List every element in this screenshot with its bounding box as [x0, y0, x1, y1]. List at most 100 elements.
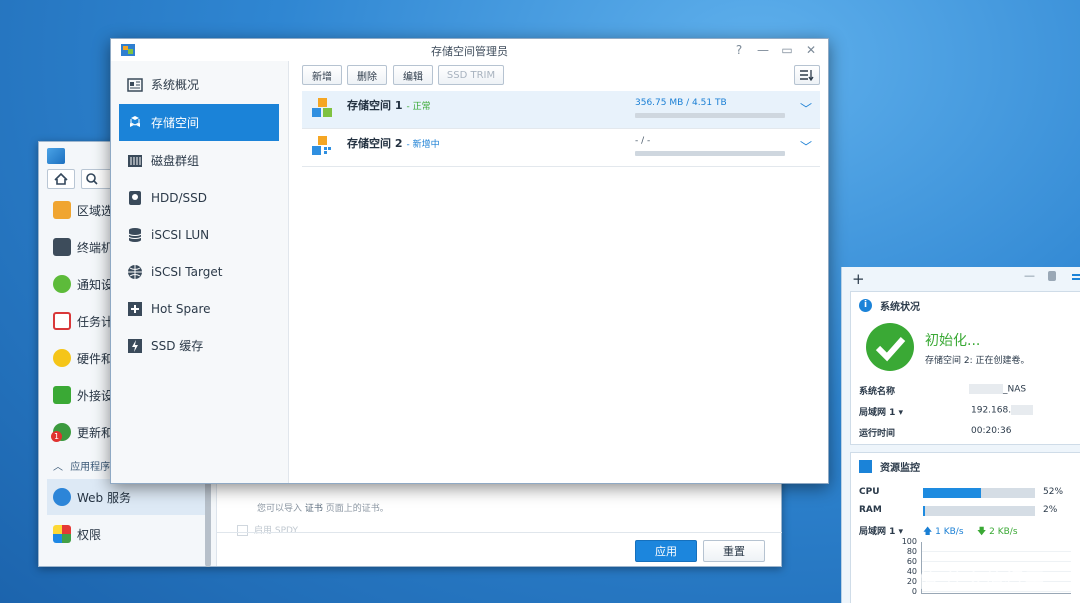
- calendar-icon: [53, 312, 71, 330]
- home-icon: [54, 172, 68, 185]
- status-headline: 初始化...: [925, 333, 981, 349]
- resource-monitor-title: 资源监控: [880, 463, 920, 474]
- control-panel-app-icon: [47, 148, 65, 164]
- sidebar-item-overview[interactable]: 系统概况: [119, 66, 279, 103]
- edit-button[interactable]: 编辑: [393, 65, 433, 85]
- axis-label: 60: [906, 557, 917, 566]
- cert-link[interactable]: 证书: [305, 504, 323, 514]
- sidebar-item-hdd-ssd[interactable]: HDD/SSD: [119, 179, 279, 216]
- expand-chevron-icon[interactable]: ﹀: [800, 138, 812, 155]
- volume-status: - 新增中: [406, 140, 440, 150]
- lun-database-icon: [128, 227, 142, 242]
- title-bar[interactable]: 存储空间管理员 ? — ▭ ✕: [111, 39, 828, 61]
- widget-panel: + — i 系统状况 初始化... 存储空间 2: 正在创建卷。 系统名称 _N…: [841, 267, 1080, 603]
- axis-label: 40: [906, 567, 917, 576]
- reset-button[interactable]: 重置: [703, 540, 765, 562]
- target-globe-icon: [128, 264, 142, 279]
- cpu-bar-fill: [923, 488, 982, 498]
- volume-status: - 正常: [406, 102, 431, 112]
- uptime-value: 00:20:36: [971, 426, 1012, 436]
- update-badge: 1: [51, 431, 62, 442]
- delete-button[interactable]: 删除: [347, 65, 387, 85]
- cp-item-privileges[interactable]: 权限: [39, 516, 217, 552]
- volume-usage-bar: [635, 113, 785, 118]
- status-detail: 存储空间 2: 正在创建卷。: [925, 356, 1030, 366]
- upload-arrow-icon: [53, 386, 71, 404]
- spdy-checkbox-row[interactable]: 启用 SPDY: [237, 523, 298, 536]
- sidebar-scrollbar[interactable]: [205, 477, 211, 567]
- sidebar-item-iscsi-lun[interactable]: iSCSI LUN: [119, 216, 279, 253]
- cpu-label: CPU: [859, 487, 880, 497]
- lan-ip-value: 192.168.: [971, 405, 1034, 416]
- lan-select[interactable]: 局域网 1 ▾: [859, 524, 903, 537]
- checkmark-ok-icon: [866, 323, 914, 371]
- monitor-pulse-icon: [859, 460, 872, 473]
- pin-icon[interactable]: [1048, 271, 1056, 281]
- cpu-bar: [923, 488, 1035, 498]
- uptime-label: 运行时间: [859, 429, 896, 439]
- sort-button[interactable]: [794, 65, 820, 85]
- privileges-grid-icon: [53, 525, 71, 543]
- home-button[interactable]: [47, 169, 75, 189]
- overview-icon: [127, 77, 143, 92]
- upload-rate: 🡅 1 KB/s: [923, 527, 964, 537]
- add-widget-button[interactable]: +: [852, 270, 865, 288]
- footer-divider: [217, 532, 782, 533]
- ram-bar-fill: [923, 506, 926, 516]
- sidebar-item-volume[interactable]: 存储空间: [119, 104, 279, 141]
- maximize-button[interactable]: ▭: [779, 42, 795, 58]
- volume-row[interactable]: 存储空间 2- 新增中 - / - ﹀: [302, 129, 820, 167]
- apply-button[interactable]: 应用: [635, 540, 697, 562]
- cert-hint-text: 您可以导入 证书 页面上的证书。: [257, 504, 389, 514]
- volume-cubes-icon: [312, 98, 332, 117]
- cp-item-web-services[interactable]: Web 服务: [47, 479, 207, 515]
- system-status-widget: i 系统状况 初始化... 存储空间 2: 正在创建卷。 系统名称 _NAS 局…: [850, 291, 1080, 445]
- system-name-value: _NAS: [969, 384, 1026, 395]
- axis-label: 20: [906, 577, 917, 586]
- search-icon: [86, 173, 98, 185]
- lightbulb-icon: [53, 349, 71, 367]
- hdd-icon: [129, 190, 141, 205]
- volume-cubes-icon: [130, 115, 140, 127]
- help-button[interactable]: ?: [731, 42, 747, 58]
- ram-percent: 2%: [1043, 505, 1058, 515]
- new-button[interactable]: 新增: [302, 65, 342, 85]
- ssd-cache-bolt-icon: [128, 338, 142, 353]
- update-refresh-icon: 1: [51, 423, 71, 442]
- chevron-up-icon: ︿: [53, 462, 63, 473]
- download-rate: 🡇 2 KB/s: [977, 527, 1018, 537]
- notification-chat-icon: [53, 275, 71, 293]
- volume-usage: - / -: [635, 136, 651, 146]
- volume-usage-bar: [635, 151, 785, 156]
- window-title: 存储空间管理员: [431, 45, 508, 58]
- sidebar-item-iscsi-target[interactable]: iSCSI Target: [119, 253, 279, 290]
- panel-minimize-icon[interactable]: —: [1024, 269, 1035, 282]
- minimize-button[interactable]: —: [755, 42, 771, 58]
- ssd-trim-button[interactable]: SSD TRIM: [438, 65, 504, 85]
- axis-label: 0: [911, 587, 917, 596]
- arrow-up-icon: 🡅: [923, 527, 933, 537]
- sidebar-item-ssd-cache[interactable]: SSD 缓存: [119, 327, 279, 364]
- system-name-label: 系统名称: [859, 387, 896, 397]
- close-button[interactable]: ✕: [803, 42, 819, 58]
- section-applications[interactable]: ︿ 应用程序: [53, 458, 110, 473]
- hot-spare-plus-icon: [128, 301, 142, 316]
- ram-label: RAM: [859, 505, 882, 515]
- volume-name: 存储空间 1: [347, 99, 403, 112]
- spdy-checkbox[interactable]: [237, 525, 248, 536]
- sidebar-item-hot-spare[interactable]: Hot Spare: [119, 290, 279, 327]
- globe-web-icon: [53, 488, 71, 506]
- sidebar-item-disk-group[interactable]: 磁盘群组: [119, 142, 279, 179]
- lan-label[interactable]: 局域网 1 ▾: [859, 405, 903, 418]
- sort-list-icon: [800, 70, 814, 81]
- expand-chevron-icon[interactable]: ﹀: [800, 100, 812, 117]
- info-icon: i: [859, 299, 872, 312]
- terminal-icon: [53, 238, 71, 256]
- arrow-down-icon: 🡇: [977, 527, 987, 537]
- axis-label: 100: [901, 537, 917, 546]
- panel-layout-icon[interactable]: [1072, 274, 1080, 280]
- volume-row[interactable]: 存储空间 1- 正常 356.75 MB / 4.51 TB ﹀: [302, 91, 820, 129]
- axis-label: 80: [906, 547, 917, 556]
- volume-name: 存储空间 2: [347, 137, 403, 150]
- volume-creating-icon: [312, 136, 331, 155]
